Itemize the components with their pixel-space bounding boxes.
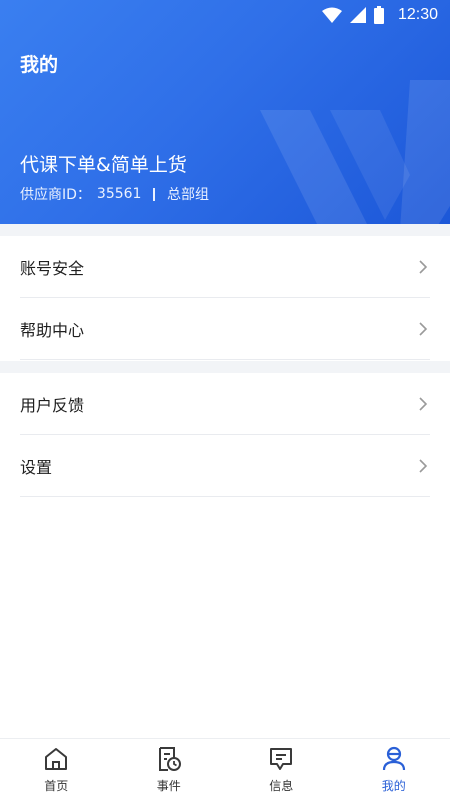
message-icon <box>267 745 295 773</box>
tab-messages[interactable]: 信息 <box>225 739 338 800</box>
profile-icon <box>380 745 408 773</box>
home-icon <box>42 745 70 773</box>
event-clock-icon <box>155 745 183 773</box>
cell-signal-icon <box>349 7 366 23</box>
menu-item-label: 用户反馈 <box>20 395 85 415</box>
chevron-right-icon <box>416 395 430 413</box>
wifi-icon <box>321 7 342 23</box>
section-gap <box>0 224 450 236</box>
supplier-id-label: 供应商ID： <box>20 187 91 203</box>
menu-item-label: 账号安全 <box>20 258 85 278</box>
menu-item-help-center[interactable]: 帮助中心 <box>20 298 430 360</box>
tab-home[interactable]: 首页 <box>0 739 113 800</box>
tab-label: 我的 <box>381 779 406 793</box>
tab-profile[interactable]: 我的 <box>338 739 450 800</box>
menu-item-label: 帮助中心 <box>20 320 85 340</box>
section-gap <box>0 361 450 373</box>
page-title: 我的 <box>20 54 59 76</box>
bottom-tab-bar: 首页 事件 信息 我的 <box>0 738 450 800</box>
tab-label: 信息 <box>269 779 294 793</box>
menu-item-user-feedback[interactable]: 用户反馈 <box>20 373 430 435</box>
menu-item-account-security[interactable]: 账号安全 <box>20 236 430 298</box>
profile-header: 12:30 我的 代课下单&简单上货 供应商ID： 35561 总部组 <box>0 0 450 224</box>
menu-item-label: 设置 <box>20 457 53 477</box>
tab-label: 事件 <box>156 779 181 793</box>
org-name: 代课下单&简单上货 <box>20 154 187 176</box>
chevron-right-icon <box>416 457 430 475</box>
menu-group-account: 账号安全 帮助中心 <box>0 236 450 360</box>
separator <box>153 187 155 201</box>
tab-label: 首页 <box>44 779 69 793</box>
status-bar: 12:30 <box>0 0 450 30</box>
supplier-id-value: 35561 <box>96 186 142 202</box>
group-name: 总部组 <box>166 187 209 203</box>
chevron-right-icon <box>416 320 430 338</box>
menu-group-settings: 用户反馈 设置 <box>0 373 450 497</box>
chevron-right-icon <box>416 258 430 276</box>
battery-icon <box>373 6 384 24</box>
status-time: 12:30 <box>397 6 438 23</box>
brand-watermark-icon <box>260 80 450 224</box>
tab-events[interactable]: 事件 <box>113 739 226 800</box>
menu-item-settings[interactable]: 设置 <box>20 435 430 497</box>
supplier-info: 供应商ID： 35561 总部组 <box>20 184 209 204</box>
